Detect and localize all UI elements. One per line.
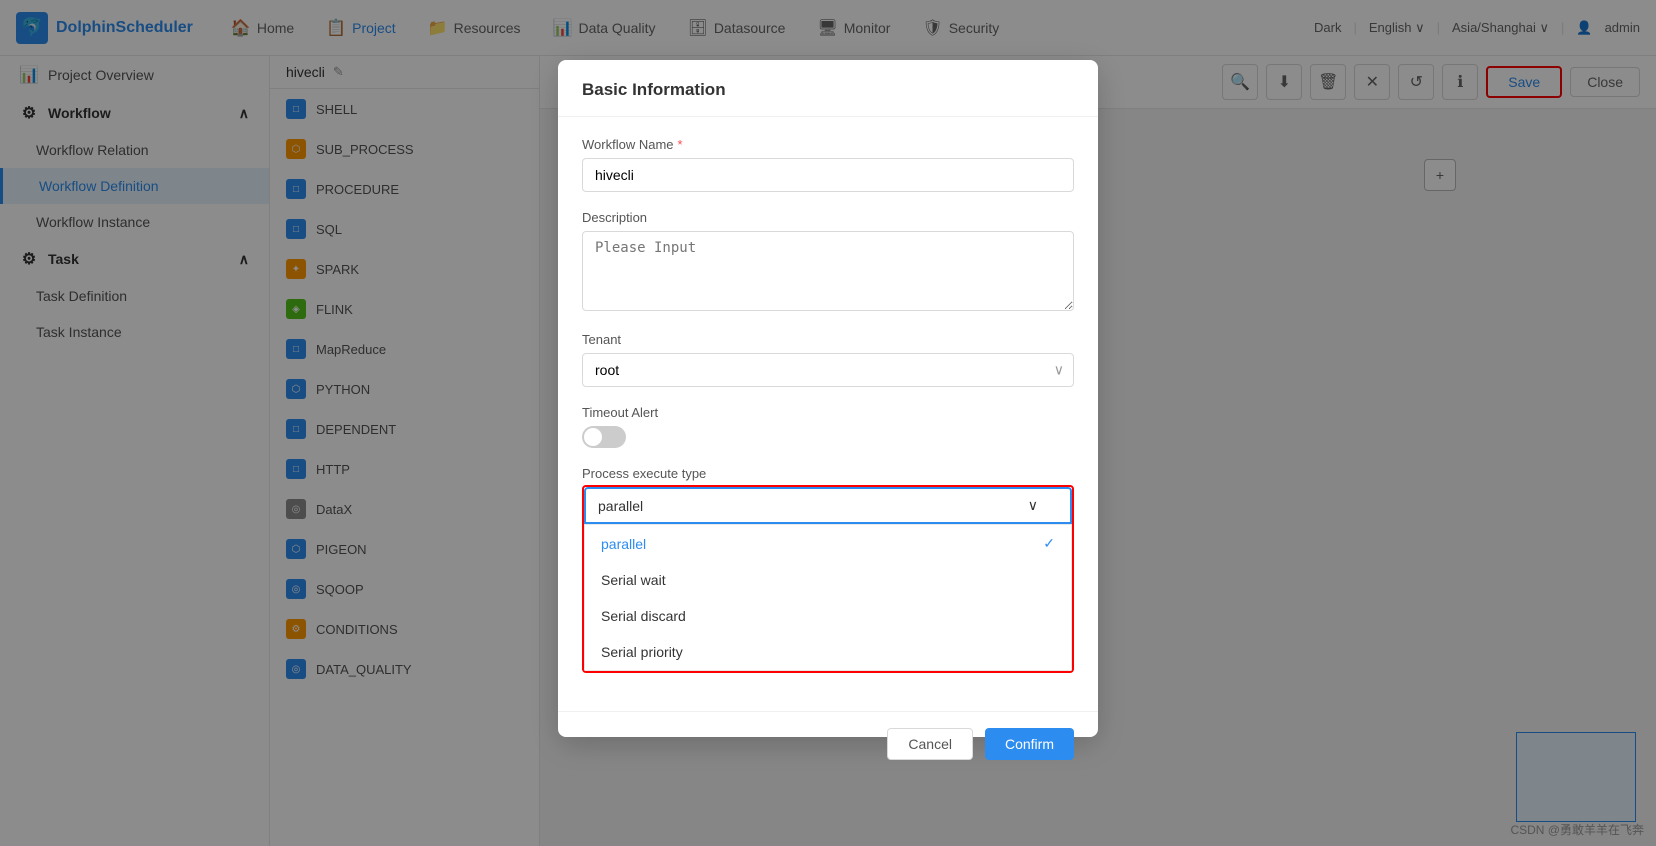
check-icon: ✓ — [1043, 535, 1055, 552]
timeout-alert-group: Timeout Alert — [582, 405, 1074, 448]
workflow-name-input[interactable] — [582, 158, 1074, 192]
dropdown-arrow-icon: ∨ — [1028, 497, 1038, 514]
description-label: Description — [582, 210, 1074, 225]
tenant-group: Tenant root ∨ — [582, 332, 1074, 387]
process-execute-type-group: Process execute type parallel ∨ parallel… — [582, 466, 1074, 673]
timeout-alert-label: Timeout Alert — [582, 405, 1074, 420]
timeout-alert-toggle[interactable] — [582, 426, 626, 448]
modal-body: Workflow Name * Description Tenant — [558, 117, 1098, 711]
required-star: * — [678, 137, 683, 152]
tenant-select[interactable]: root — [582, 353, 1074, 387]
process-type-select[interactable]: parallel ∨ — [584, 487, 1072, 524]
option-serial-priority[interactable]: Serial priority — [585, 634, 1071, 670]
modal-title: Basic Information — [582, 80, 726, 99]
modal-footer: Cancel Confirm — [558, 711, 1098, 776]
option-parallel[interactable]: parallel ✓ — [585, 525, 1071, 562]
process-execute-type-label: Process execute type — [582, 466, 1074, 481]
cancel-button[interactable]: Cancel — [887, 728, 973, 760]
modal-overlay: Basic Information Workflow Name * Descri… — [0, 0, 1656, 846]
basic-info-modal: Basic Information Workflow Name * Descri… — [558, 60, 1098, 737]
selected-value: parallel — [598, 498, 643, 514]
description-textarea[interactable] — [582, 231, 1074, 311]
tenant-select-wrapper: root ∨ — [582, 353, 1074, 387]
dropdown-options: parallel ✓ Serial wait Serial discard Se… — [584, 524, 1072, 671]
modal-header: Basic Information — [558, 60, 1098, 117]
workflow-name-group: Workflow Name * — [582, 137, 1074, 192]
option-serial-wait[interactable]: Serial wait — [585, 562, 1071, 598]
toggle-wrap — [582, 426, 1074, 448]
dropdown-section: parallel ∨ parallel ✓ Serial wait — [582, 485, 1074, 673]
tenant-label: Tenant — [582, 332, 1074, 347]
workflow-name-label: Workflow Name * — [582, 137, 1074, 152]
option-serial-discard[interactable]: Serial discard — [585, 598, 1071, 634]
confirm-button[interactable]: Confirm — [985, 728, 1074, 760]
description-group: Description — [582, 210, 1074, 314]
